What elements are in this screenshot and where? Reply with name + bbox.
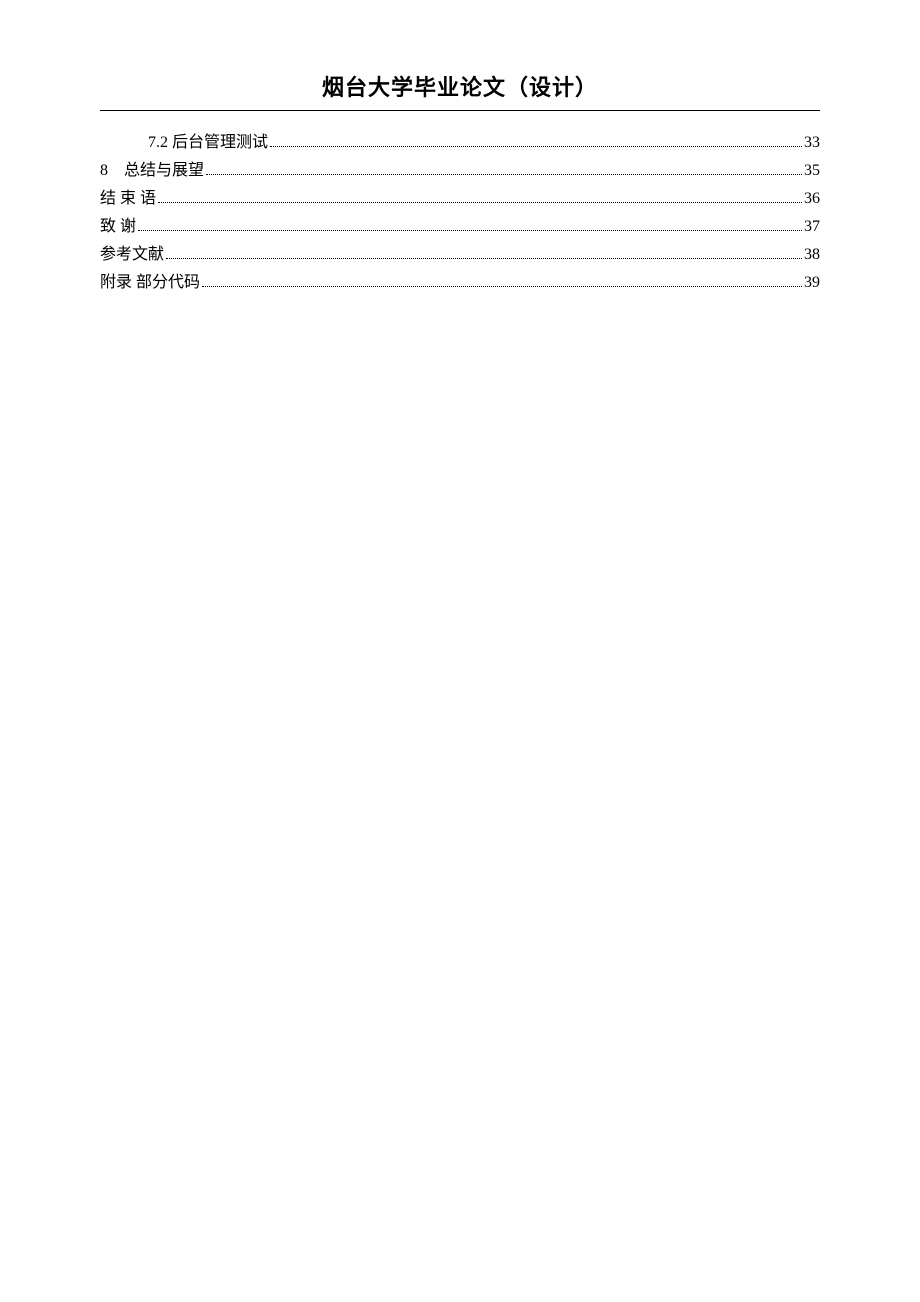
table-of-contents: 7.2 后台管理测试 33 8 总结与展望 35 结 束 语 36 致 谢 37… <box>100 129 820 297</box>
toc-entry-page: 37 <box>804 213 820 241</box>
toc-entry-page: 33 <box>804 129 820 157</box>
toc-entry-label: 8 总结与展望 <box>100 157 204 185</box>
toc-leader-dots <box>158 191 802 203</box>
toc-leader-dots <box>166 247 802 259</box>
toc-entry: 结 束 语 36 <box>100 185 820 213</box>
toc-entry-label: 附录 部分代码 <box>100 269 200 297</box>
toc-leader-dots <box>138 219 802 231</box>
page-header-title: 烟台大学毕业论文（设计） <box>100 70 820 110</box>
toc-entry: 参考文献 38 <box>100 241 820 269</box>
toc-entry-label: 参考文献 <box>100 241 164 269</box>
toc-entry: 7.2 后台管理测试 33 <box>100 129 820 157</box>
page: 烟台大学毕业论文（设计） 7.2 后台管理测试 33 8 总结与展望 35 结 … <box>0 0 920 297</box>
header-rule <box>100 110 820 111</box>
toc-entry-label: 7.2 后台管理测试 <box>148 129 268 157</box>
toc-entry: 8 总结与展望 35 <box>100 157 820 185</box>
toc-entry-page: 39 <box>804 269 820 297</box>
toc-leader-dots <box>206 163 802 175</box>
toc-entry: 致 谢 37 <box>100 213 820 241</box>
toc-entry-label: 致 谢 <box>100 213 136 241</box>
toc-entry-page: 36 <box>804 185 820 213</box>
toc-entry-page: 35 <box>804 157 820 185</box>
toc-entry: 附录 部分代码 39 <box>100 269 820 297</box>
toc-entry-page: 38 <box>804 241 820 269</box>
toc-entry-label: 结 束 语 <box>100 185 156 213</box>
toc-leader-dots <box>202 275 802 287</box>
toc-leader-dots <box>270 135 802 147</box>
